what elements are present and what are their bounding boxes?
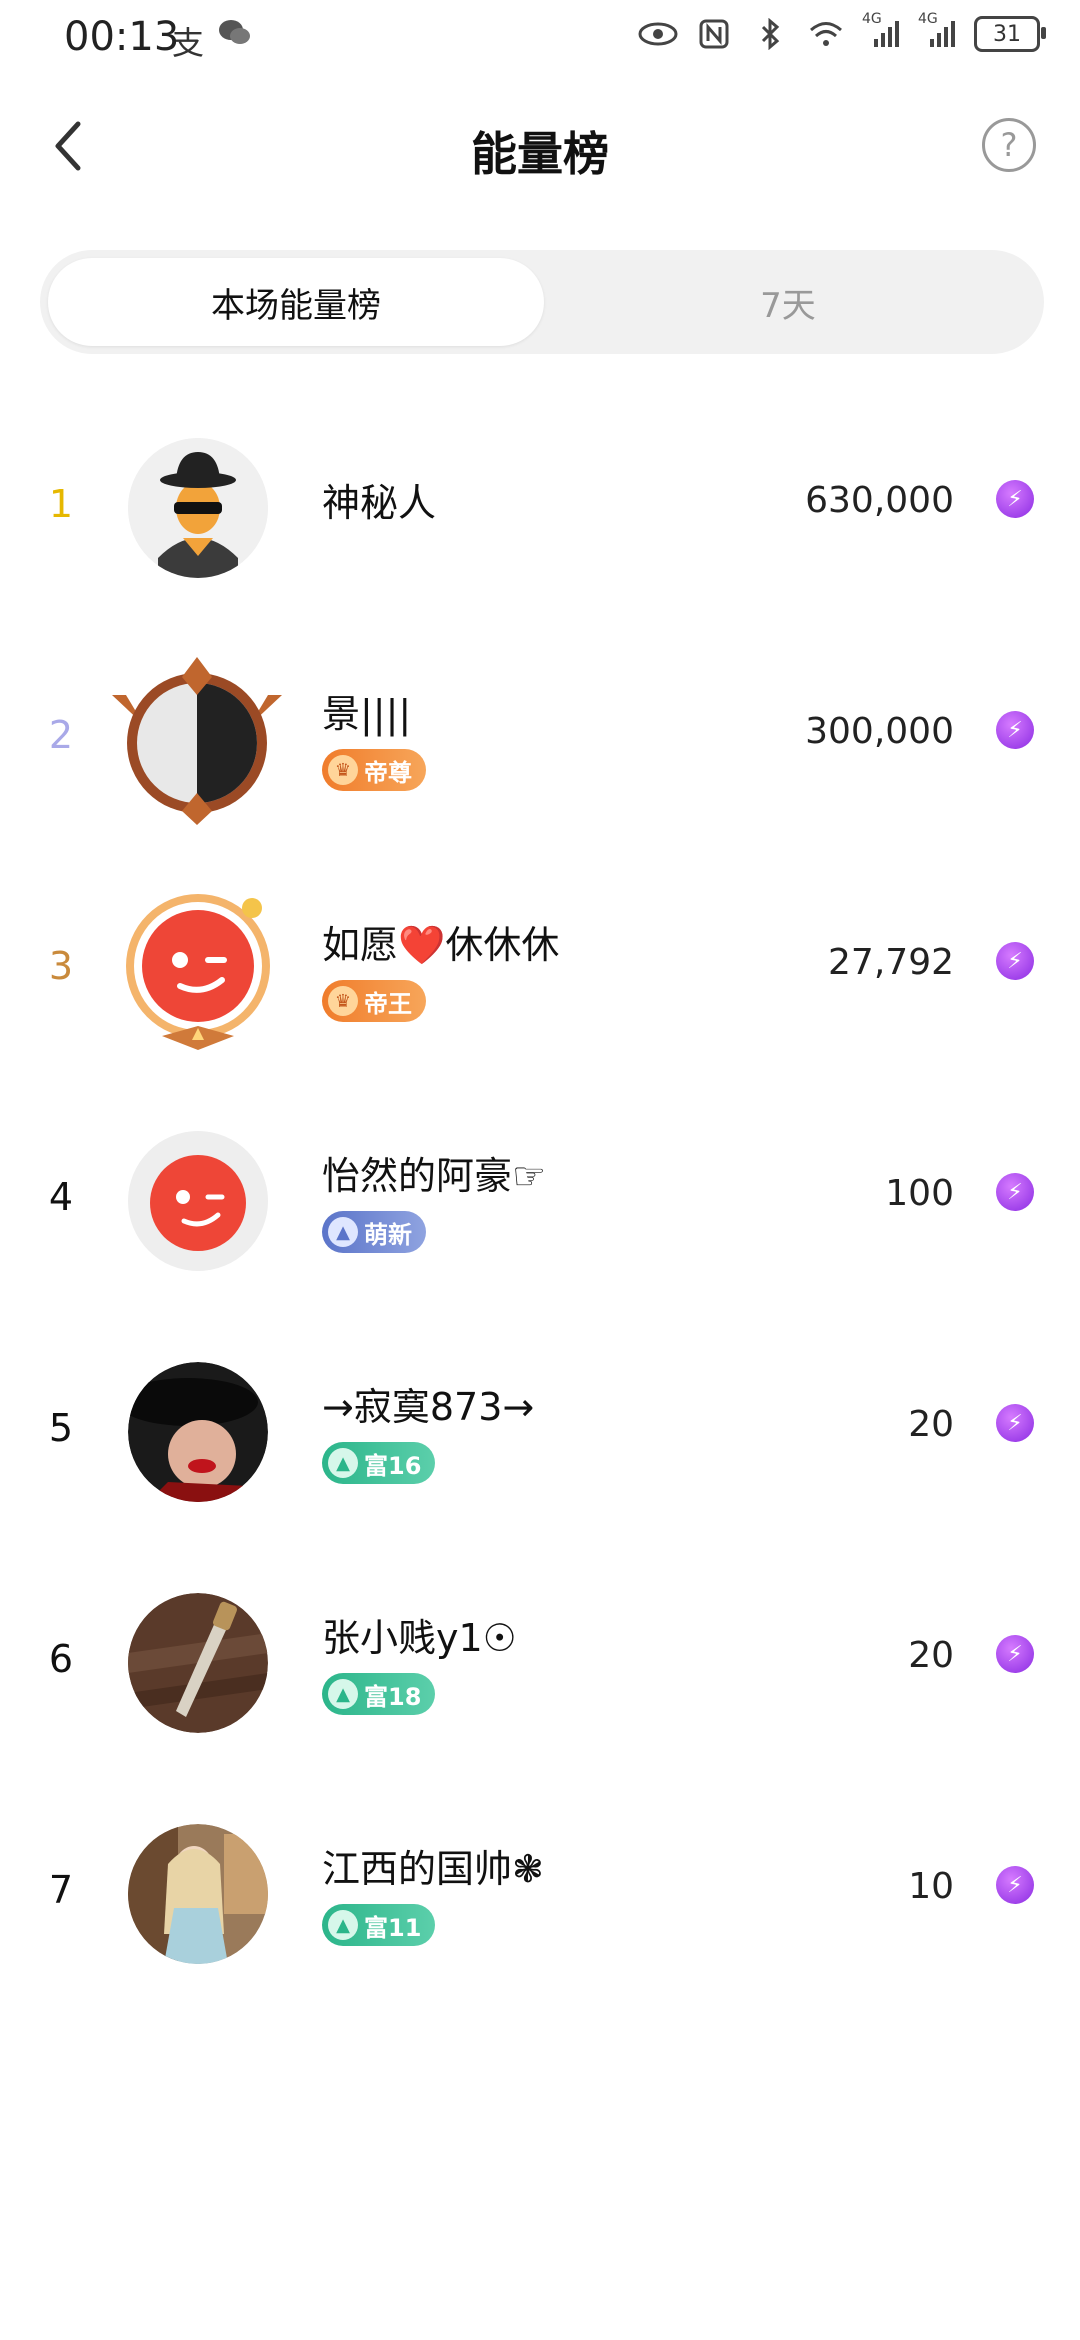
avatar-user-2[interactable] <box>104 655 290 825</box>
user-name: 怡然的阿豪☞ <box>322 1154 547 1198</box>
level-badge: ♛ 帝尊 <box>322 749 426 791</box>
ranking-row[interactable]: 2 景|||| ♛ 帝尊 300,000 ⚡ <box>0 657 1080 892</box>
question-icon: ? <box>1000 126 1018 164</box>
level-badge: ▲ 富11 <box>322 1904 436 1946</box>
avatar-user-6[interactable] <box>128 1593 268 1733</box>
avatar-user-4[interactable] <box>128 1131 268 1271</box>
ranking-row[interactable]: 4 怡然的阿豪☞ ▲ 萌新 100 ⚡ <box>0 1123 1080 1354</box>
energy-score: 20 <box>908 1404 954 1445</box>
triangle-icon: ▲ <box>328 1679 358 1709</box>
girl-photo-icon <box>128 1824 268 1964</box>
ranking-row[interactable]: 7 江西的国帅❃ ▲ 富11 10 ⚡ <box>0 1816 1080 2047</box>
wifi-icon <box>806 17 846 51</box>
user-name: 江西的国帅❃ <box>322 1847 544 1891</box>
tab-bar: 本场能量榜 7天 <box>40 250 1044 354</box>
rank-number: 1 <box>48 482 74 526</box>
triangle-icon: ▲ <box>328 1448 358 1478</box>
energy-icon: ⚡ <box>996 942 1034 980</box>
rank-number: 2 <box>48 713 74 757</box>
ranking-row[interactable]: 3 如愿❤️休休休 ♛ 帝王 27,792 ⚡ <box>0 892 1080 1123</box>
energy-icon: ⚡ <box>996 1635 1034 1673</box>
energy-score: 10 <box>908 1866 954 1907</box>
mask-frame-icon <box>112 657 282 825</box>
energy-score: 27,792 <box>828 942 954 983</box>
crown-icon: ♛ <box>328 755 358 785</box>
bluetooth-icon <box>750 17 790 51</box>
rank-number: 3 <box>48 944 74 988</box>
dagger-photo-icon <box>128 1593 268 1733</box>
help-button[interactable]: ? <box>982 118 1036 172</box>
rank-number: 7 <box>48 1868 74 1912</box>
energy-icon: ⚡ <box>996 1866 1034 1904</box>
crown-icon: ♛ <box>328 986 358 1016</box>
energy-icon: ⚡ <box>996 480 1034 518</box>
signal-2-icon: 4G <box>918 11 958 51</box>
energy-score: 100 <box>885 1173 954 1214</box>
incognito-icon <box>128 438 268 578</box>
energy-score: 630,000 <box>805 480 954 521</box>
level-badge: ♛ 帝王 <box>322 980 426 1022</box>
signal-1-icon: 4G <box>862 11 902 51</box>
avatar-user-3[interactable] <box>112 886 284 1058</box>
wink-face-frame-icon <box>126 894 270 1050</box>
energy-score: 300,000 <box>805 711 954 752</box>
energy-score: 20 <box>908 1635 954 1676</box>
user-name: 张小贱y1☉ <box>322 1616 517 1660</box>
ranking-row[interactable]: 5 →寂寞873→ ▲ 富16 20 ⚡ <box>0 1354 1080 1585</box>
ranking-row[interactable]: 1 神秘人 630,000 ⚡ <box>0 430 1080 661</box>
level-badge: ▲ 富18 <box>322 1673 436 1715</box>
triangle-icon: ▲ <box>328 1910 358 1940</box>
battery-icon: 31 <box>974 16 1046 52</box>
tab-7-days[interactable]: 7天 <box>540 258 1036 346</box>
user-name: 景|||| <box>322 692 412 736</box>
ranking-row[interactable]: 6 张小贱y1☉ ▲ 富18 20 ⚡ <box>0 1585 1080 1816</box>
avatar-user-7[interactable] <box>128 1824 268 1964</box>
rank-number: 5 <box>48 1406 74 1450</box>
triangle-icon: ▲ <box>328 1217 358 1247</box>
page-title: 能量榜 <box>471 127 609 181</box>
rank-number: 4 <box>48 1175 74 1219</box>
ranking-list: 1 神秘人 630,000 ⚡ 2 景|||| ♛ 帝尊 300,000 ⚡ 3… <box>0 430 1080 2047</box>
rank-number: 6 <box>48 1637 74 1681</box>
woman-hat-photo-icon <box>128 1362 268 1502</box>
header: 能量榜 ? <box>0 100 1080 200</box>
avatar-mystery-person[interactable] <box>128 438 268 578</box>
avatar-user-5[interactable] <box>128 1362 268 1502</box>
energy-icon: ⚡ <box>996 1173 1034 1211</box>
alipay-icon: 支 <box>172 24 205 62</box>
energy-icon: ⚡ <box>996 1404 1034 1442</box>
nfc-icon <box>694 17 734 51</box>
tab-current-session[interactable]: 本场能量榜 <box>48 258 544 346</box>
eye-icon <box>638 17 678 51</box>
level-badge: ▲ 富16 <box>322 1442 436 1484</box>
energy-icon: ⚡ <box>996 711 1034 749</box>
wink-face-icon <box>128 1131 268 1271</box>
status-bar: 00:13 支 4G 4G 31 <box>0 0 1080 80</box>
wechat-icon <box>218 18 252 64</box>
user-name: 如愿❤️休休休 <box>322 923 560 967</box>
user-name: →寂寞873→ <box>322 1385 535 1429</box>
user-name: 神秘人 <box>322 481 437 525</box>
level-badge: ▲ 萌新 <box>322 1211 426 1253</box>
status-time: 00:13 <box>64 14 180 60</box>
